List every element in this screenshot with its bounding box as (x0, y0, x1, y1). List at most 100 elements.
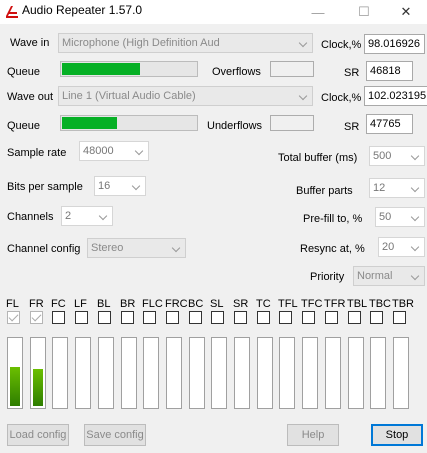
level-meter-br (121, 337, 137, 409)
speaker-checkbox-tbr[interactable] (393, 311, 406, 324)
chevron-down-icon (296, 34, 312, 52)
chevron-down-icon (408, 208, 424, 226)
bits-per-sample-label: Bits per sample (7, 181, 83, 193)
level-meter-sl (211, 337, 227, 409)
prefill-select[interactable]: 50 (375, 207, 425, 227)
speaker-checkbox-bc[interactable] (189, 311, 202, 324)
queue-in-bar (60, 61, 198, 77)
channels-label: Channels (7, 211, 54, 223)
speaker-checkbox-tfc[interactable] (302, 311, 315, 324)
buffer-parts-select[interactable]: 12 (369, 178, 425, 198)
overflows-indicator (270, 61, 314, 77)
speaker-label-fc: FC (51, 298, 66, 310)
total-buffer-select[interactable]: 500 (369, 146, 425, 166)
window-title: Audio Repeater 1.57.0 (22, 3, 143, 17)
level-meter-tfl (279, 337, 295, 409)
channel-config-label: Channel config (7, 243, 81, 255)
speaker-label-tfr: TFR (324, 298, 346, 310)
prefill-label: Pre-fill to, % (303, 213, 363, 225)
queue-in-label: Queue (7, 66, 41, 78)
queue-out-fill (62, 117, 117, 129)
app-icon (6, 6, 18, 18)
sr-out-value: 47765 (366, 114, 413, 134)
speaker-label-br: BR (120, 298, 136, 310)
bits-per-sample-value: 16 (98, 180, 111, 192)
chevron-down-icon (408, 147, 424, 165)
sample-rate-select[interactable]: 48000 (79, 141, 149, 161)
chevron-down-icon (169, 239, 185, 257)
speaker-checkbox-br[interactable] (121, 311, 134, 324)
speaker-label-bc: BC (188, 298, 204, 310)
speaker-checkbox-flc[interactable] (143, 311, 156, 324)
level-meter-fc (52, 337, 68, 409)
level-meter-tbc (370, 337, 386, 409)
level-meter-tbl (348, 337, 364, 409)
speaker-checkbox-fc[interactable] (52, 311, 65, 324)
speaker-checkbox-sr[interactable] (234, 311, 247, 324)
overflows-label: Overflows (212, 66, 261, 78)
underflows-label: Underflows (207, 120, 263, 132)
close-button[interactable]: ✕ (385, 0, 427, 24)
speaker-checkbox-tfl[interactable] (279, 311, 292, 324)
speaker-checkbox-tbc[interactable] (370, 311, 383, 324)
speaker-label-tbr: TBR (392, 298, 414, 310)
priority-value: Normal (357, 270, 393, 282)
wave-out-value: Line 1 (Virtual Audio Cable) (62, 90, 196, 102)
buffer-parts-value: 12 (373, 182, 386, 194)
sr-in-label: SR (344, 67, 360, 79)
chevron-down-icon (129, 177, 145, 195)
priority-select[interactable]: Normal (353, 266, 425, 286)
save-config-button[interactable]: Save config (84, 424, 146, 446)
speaker-label-sr: SR (233, 298, 249, 310)
level-meter-tc (257, 337, 273, 409)
wave-out-label: Wave out (7, 91, 54, 103)
speaker-checkbox-frc[interactable] (166, 311, 179, 324)
level-meter-lf (75, 337, 91, 409)
help-button[interactable]: Help (287, 424, 339, 446)
total-buffer-label: Total buffer (ms) (278, 152, 358, 164)
wave-in-label: Wave in (10, 37, 50, 49)
speaker-label-tbc: TBC (369, 298, 391, 310)
speaker-checkbox-tc[interactable] (257, 311, 270, 324)
wave-in-clock-value: 98.016926 (364, 34, 425, 54)
speaker-checkbox-fr[interactable] (30, 311, 43, 324)
speaker-checkbox-tbl[interactable] (348, 311, 361, 324)
level-meter-bl (98, 337, 114, 409)
maximize-button[interactable]: ☐ (343, 0, 385, 24)
level-meter-fr (30, 337, 46, 409)
priority-label: Priority (310, 271, 345, 283)
channel-config-value: Stereo (91, 242, 124, 254)
channels-select[interactable]: 2 (61, 206, 113, 226)
speaker-label-tfl: TFL (278, 298, 298, 310)
speaker-label-lf: LF (74, 298, 87, 310)
bits-per-sample-select[interactable]: 16 (94, 176, 146, 196)
stop-button[interactable]: Stop (371, 424, 423, 446)
speaker-checkbox-sl[interactable] (211, 311, 224, 324)
speaker-label-tc: TC (256, 298, 271, 310)
wave-out-select[interactable]: Line 1 (Virtual Audio Cable) (58, 86, 313, 106)
queue-out-label: Queue (7, 120, 41, 132)
load-config-button[interactable]: Load config (7, 424, 69, 446)
speaker-checkbox-tfr[interactable] (325, 311, 338, 324)
sr-out-label: SR (344, 121, 360, 133)
minimize-button[interactable]: — (297, 0, 339, 24)
speaker-checkbox-bl[interactable] (98, 311, 111, 324)
speaker-label-bl: BL (97, 298, 111, 310)
speaker-checkbox-fl[interactable] (7, 311, 20, 324)
close-icon: ✕ (400, 4, 412, 19)
chevron-down-icon (96, 207, 112, 225)
level-meter-fill (33, 369, 43, 406)
speaker-label-tfc: TFC (301, 298, 323, 310)
wave-in-select[interactable]: Microphone (High Definition Aud (58, 33, 313, 53)
channel-config-select[interactable]: Stereo (87, 238, 186, 258)
sample-rate-label: Sample rate (7, 147, 67, 159)
chevron-down-icon (408, 267, 424, 285)
chevron-down-icon (408, 179, 424, 197)
level-meter-sr (234, 337, 250, 409)
resync-select[interactable]: 20 (378, 237, 425, 257)
wave-out-clock-label: Clock,% (321, 92, 362, 104)
level-meter-tfr (325, 337, 341, 409)
channels-value: 2 (65, 210, 72, 222)
speaker-checkbox-lf[interactable] (75, 311, 88, 324)
resync-label: Resync at, % (300, 243, 365, 255)
